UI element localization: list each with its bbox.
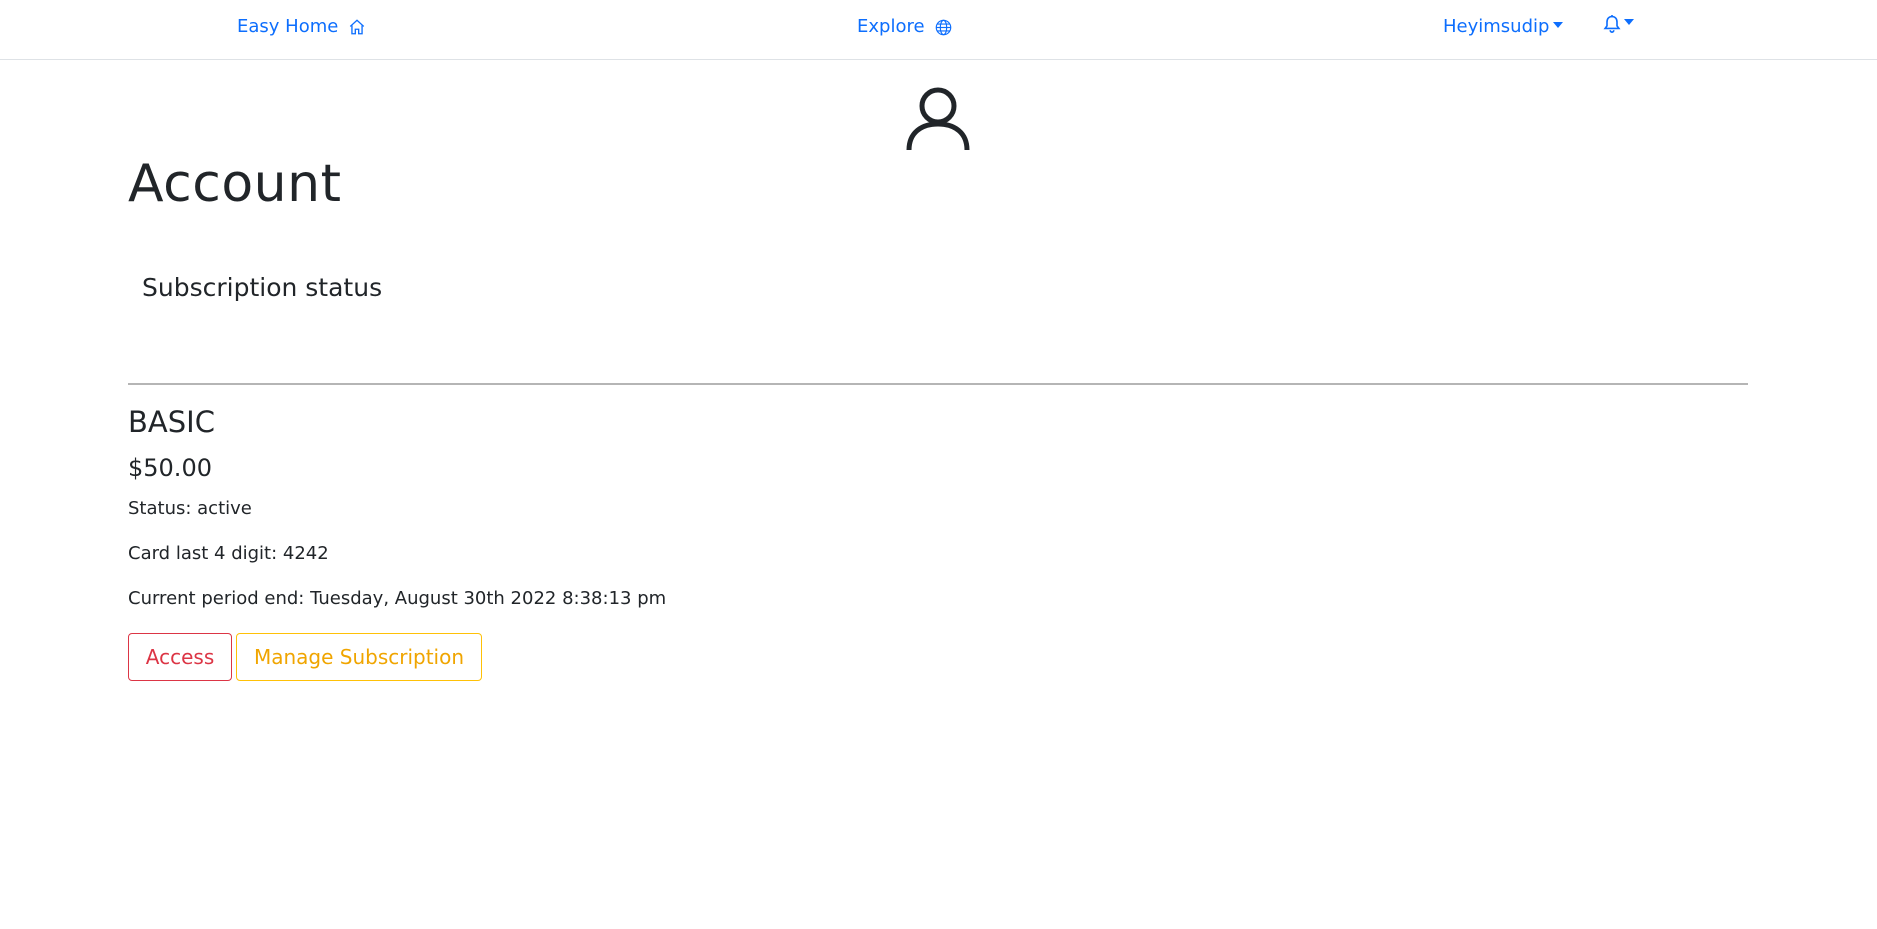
top-navbar: Easy Home Explore Heyimsudip xyxy=(0,0,1877,60)
nav-explore-label: Explore xyxy=(857,16,925,37)
divider xyxy=(128,383,1748,385)
person-icon xyxy=(905,86,971,152)
globe-icon xyxy=(935,19,952,36)
card-last-digits-text: Card last 4 digit: 4242 xyxy=(128,543,329,564)
chevron-down-icon xyxy=(1553,22,1564,28)
manage-subscription-button[interactable]: Manage Subscription xyxy=(236,633,482,681)
user-menu-label: Heyimsudip xyxy=(1443,16,1550,37)
nav-explore-link[interactable]: Explore xyxy=(857,14,952,40)
page-title: Account xyxy=(128,154,342,214)
subscription-status-text: Status: active xyxy=(128,498,252,519)
nav-home-link[interactable]: Easy Home xyxy=(237,14,366,40)
bell-icon xyxy=(1602,14,1622,34)
notifications-dropdown[interactable] xyxy=(1602,14,1634,34)
nav-home-label: Easy Home xyxy=(237,16,339,37)
plan-price: $50.00 xyxy=(128,454,212,482)
house-icon xyxy=(348,18,366,36)
period-end-text: Current period end: Tuesday, August 30th… xyxy=(128,588,667,609)
subscription-status-heading: Subscription status xyxy=(142,273,383,302)
plan-name: BASIC xyxy=(128,405,215,439)
chevron-down-icon xyxy=(1624,19,1634,25)
user-menu-dropdown[interactable]: Heyimsudip xyxy=(1443,14,1564,40)
access-button[interactable]: Access xyxy=(128,633,232,681)
